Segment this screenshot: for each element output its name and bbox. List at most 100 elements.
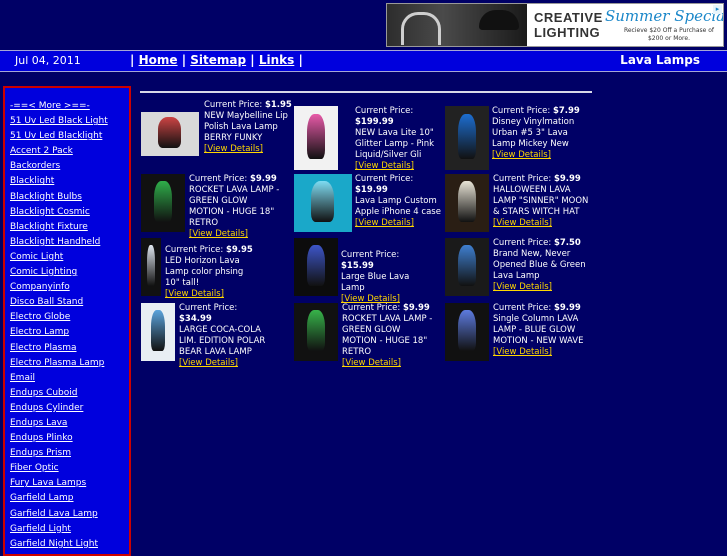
product-price: $9.99 <box>402 303 430 313</box>
product-thumbnail[interactable] <box>294 174 352 232</box>
view-details-link[interactable]: [View Details] <box>189 229 248 239</box>
price-label: Current Price: <box>165 245 224 255</box>
view-details-link[interactable]: [View Details] <box>355 161 414 171</box>
sidebar-category-link[interactable]: Endups Plinko <box>10 433 73 443</box>
sidebar-item: -==< More >==- <box>10 99 129 114</box>
view-details-link[interactable]: [View Details] <box>355 218 414 228</box>
main-nav: | Home | Sitemap | Links | <box>130 53 303 67</box>
sidebar-category-link[interactable]: Blacklight Bulbs <box>10 192 82 202</box>
sidebar-item: Endups Cuboid <box>10 386 129 401</box>
sidebar-category-link[interactable]: Blacklight Fixture <box>10 222 88 232</box>
product-price: $1.95 <box>264 100 292 110</box>
sidebar-category-link[interactable]: Blacklight Cosmic <box>10 207 90 217</box>
sidebar-item: Blacklight Fixture <box>10 220 129 235</box>
product-thumbnail[interactable] <box>141 303 175 361</box>
product-price: $9.99 <box>249 174 277 184</box>
view-details-link[interactable]: [View Details] <box>165 289 224 299</box>
product-info: Current Price: $9.99 Single Column LAVA L… <box>493 303 593 358</box>
product-price: $199.99 <box>355 117 394 127</box>
nav-home-link[interactable]: Home <box>139 53 178 67</box>
product-thumbnail[interactable] <box>445 106 489 170</box>
product-thumbnail[interactable] <box>294 106 338 170</box>
ad-choices-icon[interactable]: ▸ <box>713 5 722 14</box>
sidebar-item: Electro Plasma Lamp <box>10 356 129 371</box>
sidebar-item: 51 Uv Led Black Light <box>10 114 129 129</box>
lamp-image <box>458 245 476 286</box>
product-thumbnail[interactable] <box>141 238 161 296</box>
sidebar-category-link[interactable]: Comic Light <box>10 252 63 262</box>
sidebar-category-link[interactable]: Backorders <box>10 161 60 171</box>
product-thumbnail[interactable] <box>445 303 489 361</box>
sidebar-category-link[interactable]: Electro Plasma <box>10 343 77 353</box>
sidebar-category-link[interactable]: Garfield Lava Lamp <box>10 509 98 519</box>
sidebar-item: Comic Light <box>10 250 129 265</box>
lamp-image <box>311 181 334 222</box>
sidebar-item: Electro Globe <box>10 310 129 325</box>
sidebar-category-link[interactable]: Electro Lamp <box>10 327 69 337</box>
view-details-link[interactable]: [View Details] <box>493 218 552 228</box>
sidebar-category-link[interactable]: Garfield Lamp <box>10 493 73 503</box>
product-info: Current Price: $19.99 Lava Lamp Custom Ap… <box>355 174 447 229</box>
sidebar-category-link[interactable]: Endups Cuboid <box>10 388 78 398</box>
product-price: $9.95 <box>225 245 253 255</box>
sidebar-category-link[interactable]: Endups Prism <box>10 448 71 458</box>
product-info: Current Price: $199.99 NEW Lava Lite 10" … <box>355 106 447 172</box>
product-title: Large Blue Lava Lamp <box>341 272 410 293</box>
product-thumbnail[interactable] <box>294 238 338 296</box>
product-thumbnail[interactable] <box>294 303 338 361</box>
lamp-image <box>307 114 325 159</box>
sidebar-category-link[interactable]: Fiber Optic <box>10 463 59 473</box>
lamp-image <box>458 310 476 351</box>
view-details-link[interactable]: [View Details] <box>179 358 238 368</box>
nav-sitemap-link[interactable]: Sitemap <box>190 53 246 67</box>
sidebar-item: Garfield Light <box>10 522 129 537</box>
price-label: Current Price: <box>493 303 552 313</box>
sidebar-category-link[interactable]: Endups Lava <box>10 418 67 428</box>
sidebar-more-link[interactable]: -==< More >==- <box>10 101 90 111</box>
sidebar-category-link[interactable]: Blacklight <box>10 176 54 186</box>
product-thumbnail[interactable] <box>445 174 489 232</box>
ad-promo-detail: Recieve $20 Off a Purchase of $200 or Mo… <box>623 27 715 42</box>
sidebar-category-link[interactable]: Accent 2 Pack <box>10 146 73 156</box>
product-info: Current Price: $9.99 HALLOWEEN LAVA LAMP … <box>493 174 593 229</box>
sidebar-category-link[interactable]: Companyinfo <box>10 282 70 292</box>
sidebar-category-link[interactable]: Fury Lava Lamps <box>10 478 86 488</box>
view-details-link[interactable]: [View Details] <box>204 144 263 154</box>
sidebar-item: Blacklight Handheld <box>10 235 129 250</box>
sidebar-category-link[interactable]: Endups Cylinder <box>10 403 83 413</box>
view-details-link[interactable]: [View Details] <box>492 150 551 160</box>
view-details-link[interactable]: [View Details] <box>493 282 552 292</box>
product-thumbnail[interactable] <box>445 238 489 296</box>
price-label: Current Price: <box>493 238 552 248</box>
product-title: ROCKET LAVA LAMP - GREEN GLOW MOTION - H… <box>189 185 280 228</box>
sidebar-category-link[interactable]: Email <box>10 373 35 383</box>
lamp-image <box>147 245 155 286</box>
price-label: Current Price: <box>342 303 401 313</box>
product-price: $9.99 <box>553 303 581 313</box>
product-info: Current Price: $15.99 Large Blue Lava Lam… <box>341 250 433 305</box>
sidebar-item: Garfield Lamp <box>10 491 129 506</box>
sidebar-category-link[interactable]: Electro Globe <box>10 312 70 322</box>
view-details-link[interactable]: [View Details] <box>342 358 401 368</box>
sidebar-item: Endups Cylinder <box>10 401 129 416</box>
ad-banner[interactable]: CREATIVE LIGHTING Summer Special Recieve… <box>386 3 724 47</box>
sidebar-category-link[interactable]: 51 Uv Led Blacklight <box>10 131 102 141</box>
sidebar-category-link[interactable]: Garfield Night Light <box>10 539 98 549</box>
nav-separator: | <box>298 53 303 67</box>
price-label: Current Price: <box>493 174 552 184</box>
view-details-link[interactable]: [View Details] <box>493 347 552 357</box>
ad-window-arch <box>401 12 441 45</box>
nav-links-link[interactable]: Links <box>259 53 294 67</box>
content-divider <box>140 91 592 93</box>
sidebar-category-link[interactable]: Disco Ball Stand <box>10 297 83 307</box>
sidebar-category-link[interactable]: Blacklight Handheld <box>10 237 100 247</box>
product-thumbnail[interactable] <box>141 174 185 232</box>
sidebar-category-link[interactable]: Garfield Light <box>10 524 71 534</box>
lamp-image <box>307 310 325 351</box>
sidebar-category-link[interactable]: Comic Lighting <box>10 267 77 277</box>
sidebar-category-link[interactable]: Electro Plasma Lamp <box>10 358 104 368</box>
sidebar-category-link[interactable]: 51 Uv Led Black Light <box>10 116 108 126</box>
product-thumbnail[interactable] <box>141 112 199 156</box>
product-price: $15.99 <box>341 261 374 271</box>
sidebar-item: Companyinfo <box>10 280 129 295</box>
